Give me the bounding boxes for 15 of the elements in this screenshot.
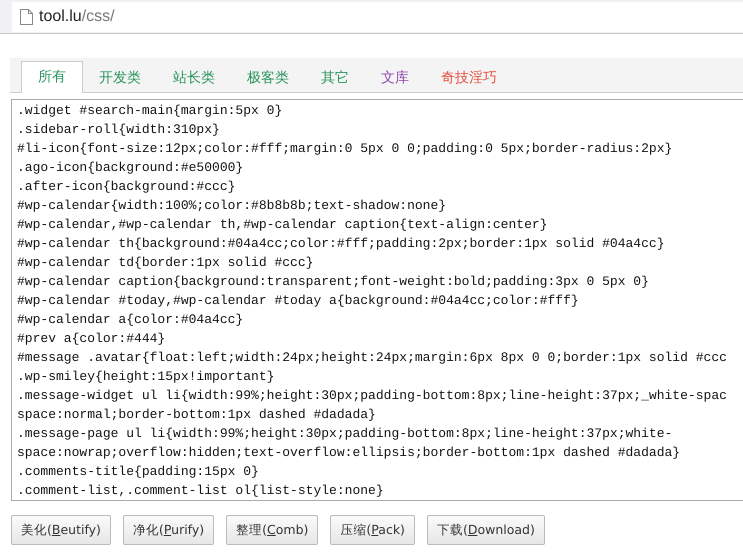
category-tab[interactable]: 开发类 xyxy=(83,62,157,93)
category-tab[interactable]: 站长类 xyxy=(157,62,231,93)
page-icon xyxy=(20,8,33,24)
action-button[interactable]: 下载(Download) xyxy=(426,515,545,545)
category-tab[interactable]: 文库 xyxy=(365,62,425,93)
code-textarea[interactable]: .widget #search-main{margin:5px 0} .sidebar-roll{width:310px} #li-icon{font-size:12px;color:#fff;margin:0 5px 0 0;padding:0 5px;border-radius:2px} .ago-icon{background:#e50000} .after-icon{background:#ccc} #wp-calendar{width:100%;color:#8b8b8b;text-shadow:none} #wp-calendar,#wp-calendar th,#wp-calendar caption{text-align:center} #wp-calendar th{background:#04a4cc;color:#fff;padding:2px;border:1px solid #04a4cc} #wp-calendar td{border:1px solid #ccc} #wp-calendar caption{background:transparent;font-weight:bold;padding:3px 0 5px 0} #wp-calendar #today,#wp-calendar #today a{background:#04a4cc;color:#fff} #wp-calendar a{color:#04a4cc} #prev a{color:#444} #message .avatar{float:left;width:24px;height:24px;margin:6px 8px 0 0;border:1px solid #ccc .wp-smiley{height:15px!important} .message-widget ul li{width:99%;height:30px;padding-bottom:8px;line-height:37px;_white-spac space:normal;border-bottom:1px dashed #dadada} .message-page ul li{width:99%;height:30px;padding-bottom:8px;line-height:37px;white- space:nowrap;overflow:hidden;text-overflow:ellipsis;border-bottom:1px dashed #dadada} .comments-title{padding:15px 0} .comment-list,.comment-list ol{list-style:none} xyxy=(11,99,743,501)
action-button[interactable]: 压缩(Pack) xyxy=(330,515,415,545)
category-tab[interactable]: 极客类 xyxy=(231,62,305,93)
category-tab[interactable]: 其它 xyxy=(305,62,365,93)
url-text: tool.lu/css/ xyxy=(39,8,115,26)
action-button[interactable]: 美化(Beutify) xyxy=(11,515,111,545)
action-button[interactable]: 净化(Purify) xyxy=(122,515,214,545)
address-field[interactable]: tool.lu/css/ xyxy=(12,2,743,32)
action-button[interactable]: 整理(Comb) xyxy=(226,515,318,545)
category-tab[interactable]: 所有 xyxy=(21,61,83,93)
